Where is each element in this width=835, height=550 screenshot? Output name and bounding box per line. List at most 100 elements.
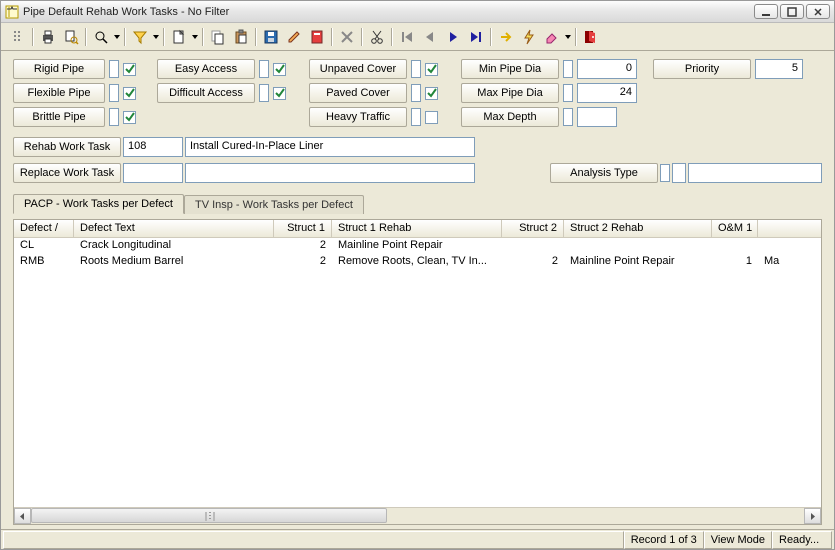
max-depth-button[interactable]: Max Depth	[461, 107, 559, 127]
eraser-icon[interactable]	[541, 26, 563, 48]
flexible-pipe-button[interactable]: Flexible Pipe	[13, 83, 105, 103]
brittle-pipe-button[interactable]: Brittle Pipe	[13, 107, 105, 127]
paved-cover-button[interactable]: Paved Cover	[309, 83, 407, 103]
copy-icon[interactable]	[207, 26, 229, 48]
close-button[interactable]	[806, 4, 830, 19]
grip-icon	[7, 26, 29, 48]
th-struct1-rehab[interactable]: Struct 1 Rehab	[332, 220, 502, 237]
nav-first-icon[interactable]	[396, 26, 418, 48]
new-doc-dropdown[interactable]	[191, 26, 199, 48]
rehab-work-task-button[interactable]: Rehab Work Task	[13, 137, 121, 157]
priority-button[interactable]: Priority	[653, 59, 751, 79]
brittle-pipe-code[interactable]	[109, 108, 119, 126]
title-bar: Pipe Default Rehab Work Tasks - No Filte…	[1, 1, 834, 23]
edit-icon[interactable]	[283, 26, 305, 48]
th-defect[interactable]: Defect /	[14, 220, 74, 237]
th-struct2-rehab[interactable]: Struct 2 Rehab	[564, 220, 712, 237]
th-defect-text[interactable]: Defect Text	[74, 220, 274, 237]
min-pipe-dia-button[interactable]: Min Pipe Dia	[461, 59, 559, 79]
nav-next-icon[interactable]	[442, 26, 464, 48]
analysis-type-name-field[interactable]	[688, 163, 822, 183]
max-pipe-dia-button[interactable]: Max Pipe Dia	[461, 83, 559, 103]
replace-code-field[interactable]	[123, 163, 183, 183]
status-record: Record 1 of 3	[624, 531, 704, 549]
unpaved-cover-checkbox[interactable]	[425, 63, 438, 76]
max-depth-code[interactable]	[563, 108, 573, 126]
flexible-pipe-code[interactable]	[109, 84, 119, 102]
locate-dropdown[interactable]	[113, 26, 121, 48]
window-title: Pipe Default Rehab Work Tasks - No Filte…	[23, 6, 754, 18]
paste-icon[interactable]	[230, 26, 252, 48]
nav-last-icon[interactable]	[465, 26, 487, 48]
table-header: Defect / Defect Text Struct 1 Struct 1 R…	[14, 220, 821, 238]
difficult-access-button[interactable]: Difficult Access	[157, 83, 255, 103]
max-depth-field[interactable]	[577, 107, 617, 127]
book-icon[interactable]	[306, 26, 328, 48]
easy-access-checkbox[interactable]	[273, 63, 286, 76]
th-extra[interactable]	[758, 220, 798, 237]
rigid-pipe-checkbox[interactable]	[123, 63, 136, 76]
analysis-type-button[interactable]: Analysis Type	[550, 163, 658, 183]
rigid-pipe-button[interactable]: Rigid Pipe	[13, 59, 105, 79]
minimize-button[interactable]	[754, 4, 778, 19]
tab-pacp[interactable]: PACP - Work Tasks per Defect	[13, 194, 184, 214]
table-body[interactable]: CL Crack Longitudinal 2 Mainline Point R…	[14, 238, 821, 507]
print-icon[interactable]	[37, 26, 59, 48]
easy-access-button[interactable]: Easy Access	[157, 59, 255, 79]
filter-icon[interactable]	[129, 26, 151, 48]
easy-access-code[interactable]	[259, 60, 269, 78]
scroll-thumb[interactable]	[31, 508, 387, 523]
nav-prev-icon[interactable]	[419, 26, 441, 48]
flexible-pipe-checkbox[interactable]	[123, 87, 136, 100]
exit-icon[interactable]	[580, 26, 602, 48]
min-pipe-dia-code[interactable]	[563, 60, 573, 78]
analysis-type-code-field[interactable]	[672, 163, 686, 183]
bolt-icon[interactable]	[518, 26, 540, 48]
max-pipe-dia-code[interactable]	[563, 84, 573, 102]
paved-cover-code[interactable]	[411, 84, 421, 102]
app-icon	[5, 5, 19, 19]
analysis-type-slot[interactable]	[660, 164, 670, 182]
unpaved-cover-button[interactable]: Unpaved Cover	[309, 59, 407, 79]
status-ready: Ready...	[772, 531, 832, 549]
replace-work-task-button[interactable]: Replace Work Task	[13, 163, 121, 183]
toolbar	[1, 23, 834, 51]
tab-tvinsp[interactable]: TV Insp - Work Tasks per Defect	[184, 195, 364, 214]
delete-icon[interactable]	[336, 26, 358, 48]
th-struct1[interactable]: Struct 1	[274, 220, 332, 237]
heavy-traffic-code[interactable]	[411, 108, 421, 126]
eraser-dropdown[interactable]	[564, 26, 572, 48]
brittle-pipe-checkbox[interactable]	[123, 111, 136, 124]
difficult-access-code[interactable]	[259, 84, 269, 102]
max-pipe-dia-field[interactable]: 24	[577, 83, 637, 103]
status-mode: View Mode	[704, 531, 772, 549]
heavy-traffic-checkbox[interactable]	[425, 111, 438, 124]
min-pipe-dia-field[interactable]: 0	[577, 59, 637, 79]
paved-cover-checkbox[interactable]	[425, 87, 438, 100]
scroll-right-icon[interactable]	[804, 508, 821, 524]
cut-icon[interactable]	[366, 26, 388, 48]
horizontal-scrollbar[interactable]	[14, 507, 821, 524]
tabs: PACP - Work Tasks per Defect TV Insp - W…	[13, 193, 822, 213]
goto-icon[interactable]	[495, 26, 517, 48]
priority-field[interactable]: 5	[755, 59, 803, 79]
defect-table: Defect / Defect Text Struct 1 Struct 1 R…	[13, 219, 822, 525]
unpaved-cover-code[interactable]	[411, 60, 421, 78]
save-icon[interactable]	[260, 26, 282, 48]
rehab-desc-field[interactable]: Install Cured-In-Place Liner	[185, 137, 475, 157]
table-row[interactable]: CL Crack Longitudinal 2 Mainline Point R…	[14, 238, 821, 254]
heavy-traffic-button[interactable]: Heavy Traffic	[309, 107, 407, 127]
new-doc-icon[interactable]	[168, 26, 190, 48]
print-preview-icon[interactable]	[60, 26, 82, 48]
replace-desc-field[interactable]	[185, 163, 475, 183]
locate-icon[interactable]	[90, 26, 112, 48]
difficult-access-checkbox[interactable]	[273, 87, 286, 100]
maximize-button[interactable]	[780, 4, 804, 19]
rehab-code-field[interactable]: 108	[123, 137, 183, 157]
table-row[interactable]: RMB Roots Medium Barrel 2 Remove Roots, …	[14, 254, 821, 270]
th-struct2[interactable]: Struct 2	[502, 220, 564, 237]
th-om1[interactable]: O&M 1	[712, 220, 758, 237]
scroll-left-icon[interactable]	[14, 508, 31, 524]
rigid-pipe-code[interactable]	[109, 60, 119, 78]
filter-dropdown[interactable]	[152, 26, 160, 48]
